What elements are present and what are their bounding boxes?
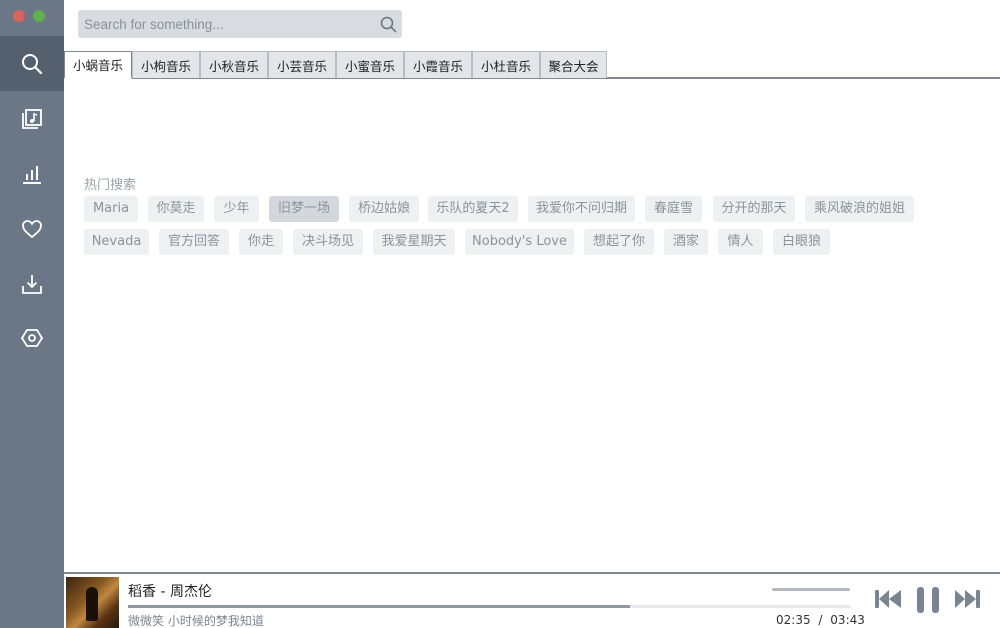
close-window-button[interactable] [13,10,25,22]
hot-search-chip[interactable]: 决斗场见 [293,229,363,255]
settings-icon [21,328,43,347]
sidebar-item-library[interactable] [0,91,64,146]
player-bar: 稻香 - 周杰伦 微微笑 小时候的梦我知道 02:35 / 03:43 [64,572,1000,628]
hot-search-chip[interactable]: 桥边姑娘 [349,196,419,222]
search-button[interactable] [378,14,398,34]
bar-chart-icon [23,165,41,184]
hot-search-chip[interactable]: Nobody's Love [465,229,574,255]
hot-search-chip[interactable]: 分开的那天 [713,196,795,222]
tab-xiaoyun[interactable]: 小芸音乐 [268,51,336,78]
sidebar-item-favorites[interactable] [0,201,64,256]
hot-search-chip[interactable]: 我爱星期天 [373,229,455,255]
download-icon [22,274,42,294]
sidebar-item-settings[interactable] [0,310,64,365]
progress-fill [128,605,630,608]
album-cover[interactable] [66,577,119,628]
hot-search-chip[interactable]: 旧梦一场 [269,196,339,222]
tab-xiaomi[interactable]: 小蜜音乐 [336,51,404,78]
source-tabs: 小蜗音乐 小枸音乐 小秋音乐 小芸音乐 小蜜音乐 小霞音乐 小杜音乐 聚合大会 [64,51,1000,79]
hot-search-chip[interactable]: Nevada [84,229,149,255]
total-time: 03:43 [830,613,865,627]
tab-xiaoxia[interactable]: 小霞音乐 [404,51,472,78]
sidebar-item-downloads[interactable] [0,256,64,311]
hot-search-chip[interactable]: 少年 [214,196,259,222]
hot-search-chip[interactable]: 我爱你不问归期 [528,196,635,222]
song-title: 稻香 - 周杰伦 [128,584,212,600]
hot-search-chip[interactable]: 白眼狼 [773,229,830,255]
sidebar-item-charts[interactable] [0,146,64,201]
hot-search-chip[interactable]: 官方回答 [159,229,229,255]
hot-search-chip[interactable]: 酒家 [664,229,708,255]
app-window: 小蜗音乐 小枸音乐 小秋音乐 小芸音乐 小蜜音乐 小霞音乐 小杜音乐 聚合大会 … [0,0,1000,628]
window-controls [13,10,45,22]
hot-search-chip[interactable]: 春庭雪 [645,196,702,222]
hot-search-chip[interactable]: 乘风破浪的姐姐 [805,196,914,222]
tab-xiaodu[interactable]: 小杜音乐 [472,51,540,78]
next-button[interactable] [954,588,982,610]
hot-search-chip[interactable]: 你莫走 [148,196,204,222]
time-display: 02:35 / 03:43 [776,613,865,627]
search-bar [78,10,402,38]
previous-button[interactable] [874,588,902,610]
heart-icon [22,219,42,238]
hot-search-title: 热门搜索 [84,178,137,193]
hot-search-chip[interactable]: 乐队的夏天2 [428,196,518,222]
current-lyric: 微微笑 小时候的梦我知道 [128,614,264,628]
current-time: 02:35 [776,613,811,627]
pause-icon [917,587,939,613]
tab-xiaogou[interactable]: 小枸音乐 [132,51,200,78]
hot-search-chip[interactable]: 想起了你 [584,229,654,255]
maximize-window-button[interactable] [33,10,45,22]
previous-icon [875,590,901,608]
hot-search-chip[interactable]: Maria [84,196,138,222]
sidebar-item-search[interactable] [0,36,64,91]
sidebar [0,0,64,628]
tab-juhe[interactable]: 聚合大会 [540,51,607,78]
hot-search-chip[interactable]: 你走 [239,229,283,255]
tab-xiaowo[interactable]: 小蜗音乐 [64,51,132,79]
next-icon [955,590,980,608]
time-separator: / [818,613,823,627]
search-input[interactable] [78,10,368,38]
search-icon [380,16,396,32]
progress-bar[interactable] [128,605,850,608]
music-library-icon [22,108,42,129]
pause-button[interactable] [915,586,941,614]
volume-slider[interactable] [772,588,850,591]
search-icon [22,53,43,74]
hot-search-chip[interactable]: 情人 [718,229,763,255]
tab-xiaoqiu[interactable]: 小秋音乐 [200,51,268,78]
